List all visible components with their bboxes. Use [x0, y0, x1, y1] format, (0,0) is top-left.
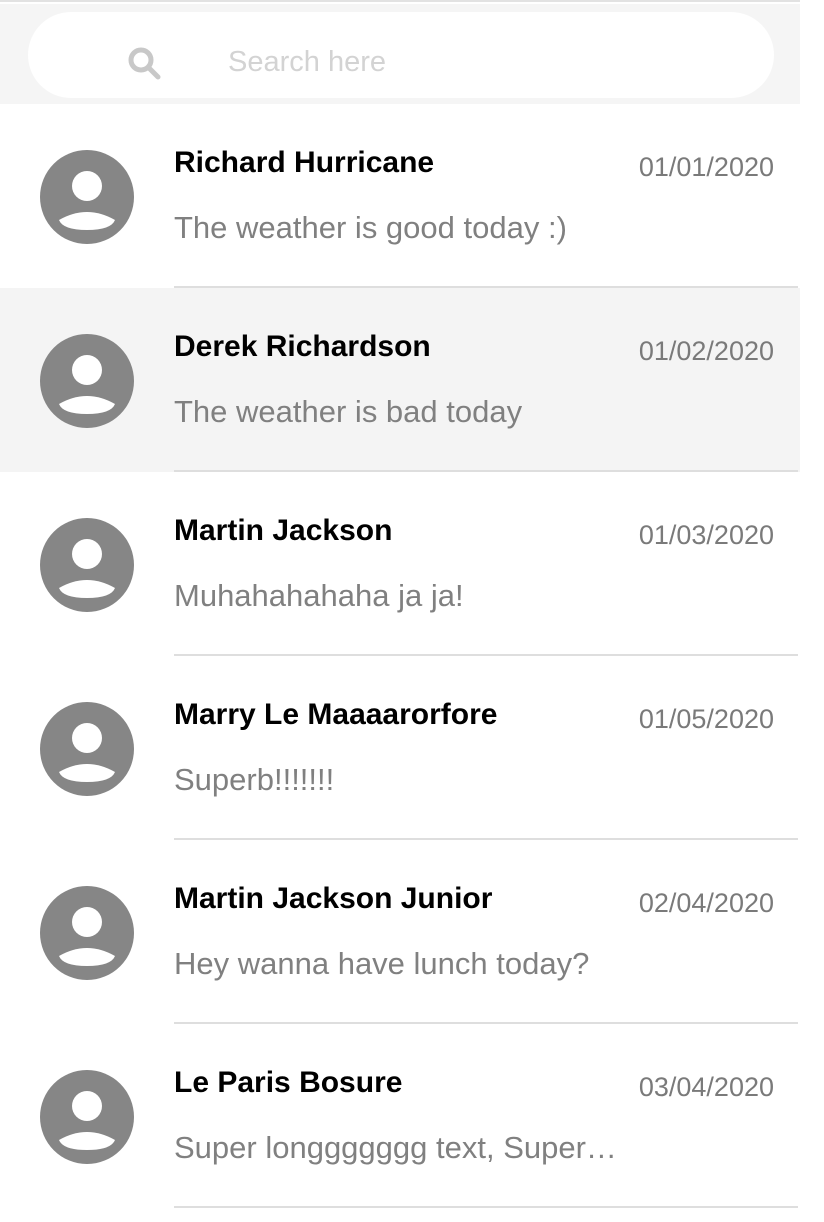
search-bar	[0, 4, 800, 104]
contact-name: Derek Richardson	[174, 330, 431, 363]
contact-name: Martin Jackson	[174, 514, 393, 547]
contact-name: Marry Le Maaaarorfore	[174, 698, 498, 731]
conversation-list: Richard Hurricane 01/01/2020 The weather…	[0, 104, 824, 1208]
conversation-item[interactable]: Le Paris Bosure 03/04/2020 Super longggg…	[0, 1024, 800, 1208]
user-avatar-icon	[40, 1070, 134, 1164]
conversation-item[interactable]: Richard Hurricane 01/01/2020 The weather…	[0, 104, 800, 288]
conversation-item[interactable]: Marry Le Maaaarorfore 01/05/2020 Superb!…	[0, 656, 800, 840]
message-date: 03/04/2020	[638, 1072, 774, 1102]
contact-name: Le Paris Bosure	[174, 1066, 403, 1099]
contact-name: Richard Hurricane	[174, 146, 435, 179]
conversation-item[interactable]: Martin Jackson Junior 02/04/2020 Hey wan…	[0, 840, 800, 1024]
search-icon[interactable]	[126, 45, 162, 81]
search-pill[interactable]	[28, 12, 774, 98]
message-date: 01/05/2020	[638, 704, 774, 734]
message-preview: Super longgggggg text, Super longgggggg …	[174, 1130, 624, 1165]
message-preview: The weather is good today :)	[174, 210, 567, 245]
message-date: 01/03/2020	[638, 520, 774, 550]
contact-name: Martin Jackson Junior	[174, 882, 493, 915]
conversation-item[interactable]: Martin Jackson 01/03/2020 Muhahahahaha j…	[0, 472, 800, 656]
message-preview: Superb!!!!!!!	[174, 762, 335, 797]
user-avatar-icon	[40, 518, 134, 612]
message-preview: Muhahahahaha ja ja!	[174, 578, 464, 613]
message-preview: Hey wanna have lunch today?	[174, 946, 590, 981]
user-avatar-icon	[40, 150, 134, 244]
message-date: 01/01/2020	[638, 152, 774, 182]
message-preview: The weather is bad today	[174, 394, 523, 429]
message-date: 01/02/2020	[638, 336, 774, 366]
user-avatar-icon	[40, 702, 134, 796]
user-avatar-icon	[40, 334, 134, 428]
search-input[interactable]	[228, 40, 748, 84]
message-date: 02/04/2020	[638, 888, 774, 918]
row-divider	[174, 1206, 798, 1208]
conversation-item[interactable]: Derek Richardson 01/02/2020 The weather …	[0, 288, 800, 472]
user-avatar-icon	[40, 886, 134, 980]
